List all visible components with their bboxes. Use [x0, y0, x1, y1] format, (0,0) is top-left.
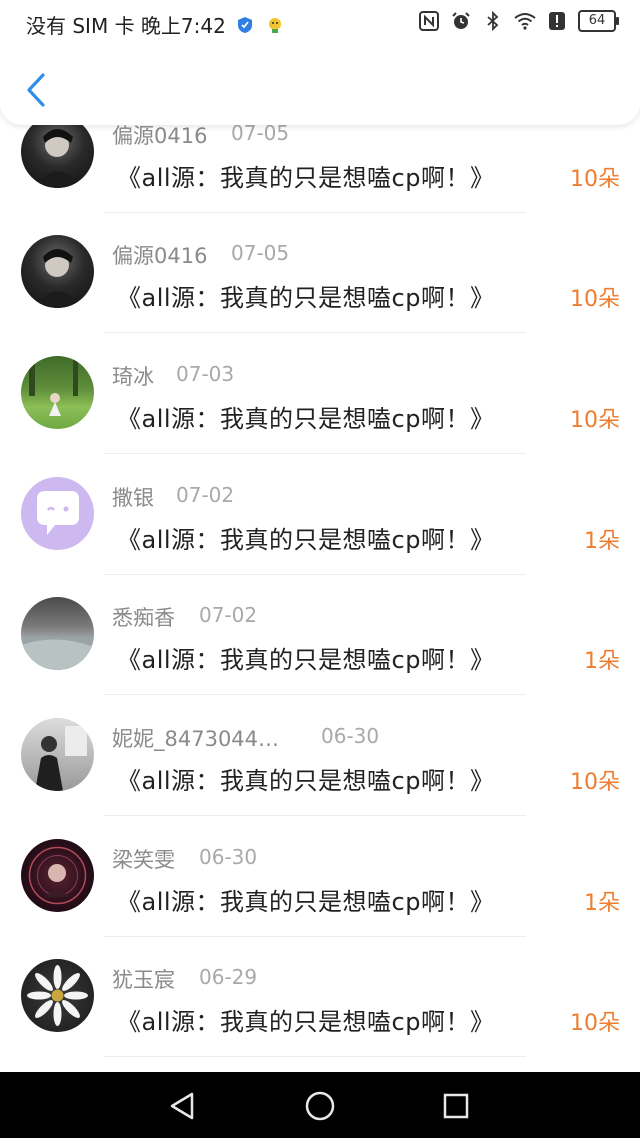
nav-home-icon	[305, 1091, 335, 1121]
bluetooth-icon	[482, 10, 504, 32]
gift-amount: 1朵	[584, 891, 620, 916]
gift-amount: 10朵	[570, 770, 620, 795]
back-button[interactable]	[18, 70, 54, 110]
nav-home-button[interactable]	[300, 1086, 340, 1126]
avatar[interactable]	[21, 839, 94, 912]
gift-date: 06-30	[321, 724, 380, 748]
nfc-icon	[418, 10, 440, 32]
list-item[interactable]: 琦冰 07-03 《all源：我真的只是想嗑cp啊！》 10朵	[0, 351, 640, 471]
gift-amount: 10朵	[570, 287, 620, 312]
novel-title[interactable]: 《all源：我真的只是想嗑cp啊！》	[117, 520, 494, 555]
divider	[104, 694, 526, 695]
chevron-left-icon	[27, 73, 45, 107]
user-name: 撒银	[112, 486, 154, 510]
status-left: 没有 SIM 卡 晚上7:42	[26, 10, 286, 39]
novel-title[interactable]: 《all源：我真的只是想嗑cp啊！》	[117, 761, 494, 796]
list-item[interactable]: 犹玉宸 06-29 《all源：我真的只是想嗑cp啊！》 10朵	[0, 954, 640, 1072]
list-item[interactable]: 偏源0416 07-05 《all源：我真的只是想嗑cp啊！》 10朵	[0, 110, 640, 230]
divider	[104, 815, 526, 816]
user-name: 梁笑雯	[112, 848, 175, 872]
list-item[interactable]: 妮妮_8473044… 06-30 《all源：我真的只是想嗑cp啊！》 10朵	[0, 713, 640, 833]
user-name: 妮妮_8473044…	[112, 727, 280, 751]
gift-list: 偏源0416 07-05 《all源：我真的只是想嗑cp啊！》 10朵 偏源04…	[0, 0, 640, 1072]
nav-back-button[interactable]	[162, 1086, 202, 1126]
divider	[104, 1056, 526, 1057]
shield-icon	[234, 14, 256, 36]
divider	[104, 574, 526, 575]
app-icon	[264, 14, 286, 36]
alert-icon	[546, 10, 568, 32]
gift-date: 07-02	[176, 483, 235, 507]
alarm-icon	[450, 10, 472, 32]
user-name: 琦冰	[112, 365, 154, 389]
novel-title[interactable]: 《all源：我真的只是想嗑cp啊！》	[117, 882, 494, 917]
novel-title[interactable]: 《all源：我真的只是想嗑cp啊！》	[117, 399, 494, 434]
user-name: 犹玉宸	[112, 968, 175, 992]
gift-date: 06-29	[199, 965, 258, 989]
user-name: 悉痴香	[112, 606, 175, 630]
gift-amount: 1朵	[584, 529, 620, 554]
gift-amount: 10朵	[570, 167, 620, 192]
carrier-time: 没有 SIM 卡 晚上7:42	[26, 14, 226, 38]
avatar[interactable]	[21, 115, 94, 188]
novel-title[interactable]: 《all源：我真的只是想嗑cp啊！》	[117, 158, 494, 193]
novel-title[interactable]: 《all源：我真的只是想嗑cp啊！》	[117, 278, 494, 313]
gift-date: 07-05	[231, 241, 290, 265]
wifi-icon	[514, 10, 536, 32]
gift-amount: 10朵	[570, 408, 620, 433]
avatar[interactable]	[21, 356, 94, 429]
novel-title[interactable]: 《all源：我真的只是想嗑cp啊！》	[117, 640, 494, 675]
user-name: 偏源0416	[112, 244, 208, 268]
status-bar: 没有 SIM 卡 晚上7:42 64	[0, 0, 640, 46]
nav-recents-button[interactable]	[436, 1086, 476, 1126]
avatar[interactable]	[21, 235, 94, 308]
divider	[104, 936, 526, 937]
list-item[interactable]: 撒银 07-02 《all源：我真的只是想嗑cp啊！》 1朵	[0, 472, 640, 592]
battery-icon: 64	[578, 10, 619, 32]
list-item[interactable]: 偏源0416 07-05 《all源：我真的只是想嗑cp啊！》 10朵	[0, 230, 640, 350]
divider	[104, 453, 526, 454]
novel-title[interactable]: 《all源：我真的只是想嗑cp啊！》	[117, 1002, 494, 1037]
divider	[104, 212, 526, 213]
gift-amount: 1朵	[584, 649, 620, 674]
avatar[interactable]	[21, 959, 94, 1032]
system-nav-bar	[0, 1072, 640, 1138]
list-item[interactable]: 悉痴香 07-02 《all源：我真的只是想嗑cp啊！》 1朵	[0, 592, 640, 712]
list-item[interactable]: 梁笑雯 06-30 《all源：我真的只是想嗑cp啊！》 1朵	[0, 834, 640, 954]
gift-date: 07-02	[199, 603, 258, 627]
gift-date: 07-03	[176, 362, 235, 386]
avatar[interactable]	[21, 597, 94, 670]
avatar[interactable]	[21, 718, 94, 791]
divider	[104, 332, 526, 333]
nav-recents-icon	[443, 1093, 469, 1119]
gift-amount: 10朵	[570, 1011, 620, 1036]
gift-date: 06-30	[199, 845, 258, 869]
status-right: 64	[418, 10, 619, 32]
nav-back-icon	[170, 1092, 194, 1120]
avatar[interactable]	[21, 477, 94, 550]
